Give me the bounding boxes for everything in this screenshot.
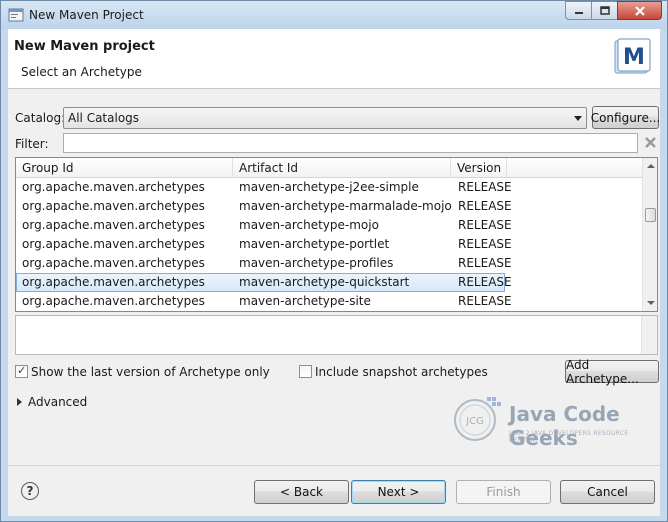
close-icon xyxy=(634,5,645,16)
page-title: New Maven project xyxy=(14,39,155,54)
cell-artifact-id: maven-archetype-marmalade-mojo xyxy=(239,199,452,213)
next-button[interactable]: Next > xyxy=(351,480,446,504)
filter-input[interactable] xyxy=(63,133,638,153)
footer-divider xyxy=(8,465,660,466)
cell-group-id: org.apache.maven.archetypes xyxy=(22,237,205,251)
window-title: New Maven Project xyxy=(29,8,144,22)
check-icon: ✓ xyxy=(17,364,27,377)
cell-group-id: org.apache.maven.archetypes xyxy=(22,256,205,270)
maximize-icon xyxy=(599,6,610,15)
cell-artifact-id: maven-archetype-j2ee-simple xyxy=(239,180,419,194)
clear-filter-icon[interactable] xyxy=(644,136,657,149)
maven-logo-icon: M xyxy=(614,38,651,74)
cell-artifact-id: maven-archetype-mojo xyxy=(239,218,379,232)
column-header-artifact-id[interactable]: Artifact Id xyxy=(233,158,451,178)
expand-arrow-icon[interactable] xyxy=(17,398,22,406)
cell-version: RELEASE xyxy=(458,180,512,194)
archetype-table[interactable]: Group Id Artifact Id Version org.apache.… xyxy=(15,157,658,312)
minimize-button[interactable] xyxy=(565,1,592,20)
cell-version: RELEASE xyxy=(458,294,512,308)
cell-artifact-id: maven-archetype-site xyxy=(239,294,371,308)
cell-version: RELEASE xyxy=(458,218,512,232)
configure-button[interactable]: Configure... xyxy=(591,106,660,129)
back-button[interactable]: < Back xyxy=(254,480,349,504)
close-button[interactable] xyxy=(617,1,662,20)
cell-artifact-id: maven-archetype-profiles xyxy=(239,256,394,270)
table-scrollbar[interactable] xyxy=(642,158,657,311)
table-row[interactable]: org.apache.maven.archetypes maven-archet… xyxy=(16,178,642,197)
snapshot-label[interactable]: Include snapshot archetypes xyxy=(315,365,488,379)
scroll-thumb[interactable] xyxy=(645,208,656,222)
column-header-group-id[interactable]: Group Id xyxy=(16,158,233,178)
java-code-geeks-watermark: JCG Java Code Geeks JAVA 2 JAVA DEVELOPE… xyxy=(451,394,651,450)
table-row[interactable]: org.apache.maven.archetypes maven-archet… xyxy=(16,254,642,273)
jcg-badge-text: JCG xyxy=(465,416,484,427)
add-archetype-button[interactable]: Add Archetype... xyxy=(565,358,659,386)
minimize-icon xyxy=(574,11,583,14)
table-header: Group Id Artifact Id Version xyxy=(16,158,642,178)
last-version-label[interactable]: Show the last version of Archetype only xyxy=(31,365,270,379)
maven-logo-letter: M xyxy=(623,45,645,70)
title-bar[interactable]: New Maven Project xyxy=(1,1,667,29)
finish-button[interactable]: Finish xyxy=(456,480,551,504)
page-subtitle: Select an Archetype xyxy=(21,65,142,79)
cell-version: RELEASE xyxy=(458,237,512,251)
table-row[interactable]: org.apache.maven.archetypes maven-archet… xyxy=(16,216,642,235)
filter-label: Filter: xyxy=(15,137,49,151)
cell-artifact-id: maven-archetype-portlet xyxy=(239,237,390,251)
help-icon[interactable]: ? xyxy=(21,482,39,500)
snapshot-checkbox[interactable] xyxy=(299,365,312,378)
archetype-description xyxy=(15,315,658,355)
cell-group-id: org.apache.maven.archetypes xyxy=(22,199,205,213)
scroll-down-icon[interactable] xyxy=(647,301,655,305)
cell-group-id: org.apache.maven.archetypes xyxy=(22,294,205,308)
scroll-up-icon[interactable] xyxy=(647,164,655,168)
cell-version: RELEASE xyxy=(458,275,512,289)
table-row[interactable]: org.apache.maven.archetypes maven-archet… xyxy=(16,292,642,311)
catalog-label: Catalog: xyxy=(15,111,66,125)
table-row-selected[interactable]: org.apache.maven.archetypes maven-archet… xyxy=(16,273,512,292)
wizard-content: New Maven project Select an Archetype M … xyxy=(8,29,660,516)
jcg-logo-icon: JCG xyxy=(454,397,501,441)
cell-artifact-id: maven-archetype-quickstart xyxy=(239,275,410,289)
cell-group-id: org.apache.maven.archetypes xyxy=(22,218,205,232)
column-header-version[interactable]: Version xyxy=(451,158,507,178)
description-scrollbar[interactable] xyxy=(641,316,657,354)
table-row[interactable]: org.apache.maven.archetypes maven-archet… xyxy=(16,235,642,254)
chevron-down-icon xyxy=(574,116,582,121)
catalog-select[interactable]: All Catalogs xyxy=(63,107,587,129)
table-row[interactable]: org.apache.maven.archetypes maven-archet… xyxy=(16,197,642,216)
wizard-header: New Maven project Select an Archetype M xyxy=(8,29,660,89)
cell-version: RELEASE xyxy=(458,256,512,270)
advanced-toggle[interactable]: Advanced xyxy=(28,395,87,409)
cell-group-id: org.apache.maven.archetypes xyxy=(22,180,205,194)
cell-version: RELEASE xyxy=(458,199,512,213)
maven-wizard-window: New Maven Project New Maven project Sele… xyxy=(0,0,668,522)
watermark-subtitle: JAVA 2 JAVA DEVELOPERS RESOURCE CENTER xyxy=(509,430,629,444)
cancel-button[interactable]: Cancel xyxy=(560,480,655,504)
catalog-selected-value: All Catalogs xyxy=(68,111,140,125)
window-icon xyxy=(8,8,24,22)
maximize-button[interactable] xyxy=(591,1,618,20)
last-version-checkbox[interactable]: ✓ xyxy=(15,364,28,378)
cell-group-id: org.apache.maven.archetypes xyxy=(22,275,205,289)
